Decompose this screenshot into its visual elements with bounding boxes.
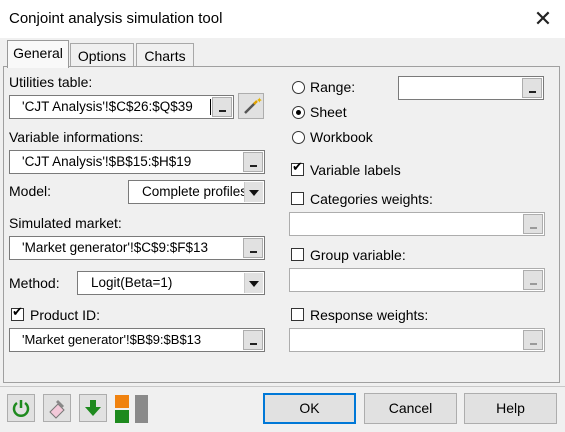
product-id-range-button[interactable] bbox=[243, 330, 263, 350]
variable-informations-range-button[interactable] bbox=[243, 152, 263, 172]
close-button[interactable]: ✕ bbox=[528, 6, 558, 32]
down-button[interactable] bbox=[79, 394, 107, 422]
magic-wand-icon: ✦ bbox=[244, 96, 263, 114]
text-cursor bbox=[210, 99, 211, 115]
product-id-field[interactable]: 'Market generator'!$B$9:$B$13 bbox=[9, 328, 265, 352]
workbook-label: Workbook bbox=[310, 129, 373, 145]
categories-weights-field[interactable] bbox=[289, 212, 545, 236]
utilities-range-button[interactable] bbox=[212, 97, 232, 117]
refresh-icon bbox=[12, 400, 30, 417]
svg-text:✦: ✦ bbox=[256, 96, 263, 105]
range-radio[interactable] bbox=[292, 81, 305, 94]
variable-labels-label: Variable labels bbox=[310, 162, 401, 178]
ok-button[interactable]: OK bbox=[263, 393, 356, 424]
sheet-radio[interactable] bbox=[292, 106, 305, 119]
group-variable-checkbox[interactable] bbox=[291, 248, 304, 261]
reset-button[interactable] bbox=[7, 394, 35, 422]
separator bbox=[0, 386, 565, 387]
magic-wand-button[interactable]: ✦ bbox=[238, 93, 264, 119]
simulated-market-field[interactable]: 'Market generator'!$C$9:$F$13 bbox=[9, 236, 265, 260]
help-button[interactable]: Help bbox=[464, 393, 557, 424]
model-select[interactable]: Complete profiles bbox=[128, 180, 265, 204]
sheet-label: Sheet bbox=[310, 104, 347, 120]
tab-charts[interactable]: Charts bbox=[136, 43, 194, 68]
cancel-button[interactable]: Cancel bbox=[364, 393, 457, 424]
range-label: Range: bbox=[310, 79, 356, 95]
response-weights-label: Response weights: bbox=[310, 307, 429, 323]
method-label: Method: bbox=[9, 275, 60, 291]
range-select-button[interactable] bbox=[522, 78, 542, 98]
response-weights-checkbox[interactable] bbox=[291, 308, 304, 321]
categories-weights-checkbox[interactable] bbox=[291, 192, 304, 205]
simulated-market-label: Simulated market: bbox=[9, 215, 122, 231]
eraser-icon bbox=[49, 400, 65, 419]
group-variable-field[interactable] bbox=[289, 268, 545, 292]
down-arrow-icon bbox=[85, 400, 101, 416]
group-variable-range-button[interactable] bbox=[523, 270, 543, 290]
variable-informations-field[interactable]: 'CJT Analysis'!$B$15:$H$19 bbox=[9, 150, 265, 174]
chevron-down-icon bbox=[244, 273, 263, 293]
categories-weights-range-button[interactable] bbox=[523, 214, 543, 234]
variable-labels-checkbox[interactable] bbox=[291, 160, 304, 176]
chevron-down-icon bbox=[244, 182, 263, 202]
categories-weights-label: Categories weights: bbox=[310, 191, 433, 207]
utilities-table-label: Utilities table: bbox=[9, 74, 93, 90]
tab-options[interactable]: Options bbox=[70, 43, 134, 68]
method-select[interactable]: Logit(Beta=1) bbox=[77, 271, 265, 295]
tab-general[interactable]: General bbox=[7, 40, 69, 68]
layout-toggle-icon bbox=[115, 395, 129, 408]
response-weights-range-button[interactable] bbox=[523, 330, 543, 350]
workbook-radio[interactable] bbox=[292, 131, 305, 144]
simulated-market-range-button[interactable] bbox=[243, 238, 263, 258]
product-id-checkbox[interactable] bbox=[11, 305, 24, 321]
utilities-table-field[interactable]: 'CJT Analysis'!$C$26:$Q$39 bbox=[9, 95, 234, 119]
layout-toggle-button[interactable] bbox=[114, 393, 150, 424]
response-weights-field[interactable] bbox=[289, 328, 545, 352]
title-bar: Conjoint analysis simulation tool ✕ bbox=[0, 0, 565, 38]
variable-informations-label: Variable informations: bbox=[9, 129, 144, 145]
group-variable-label: Group variable: bbox=[310, 247, 406, 263]
model-label: Model: bbox=[9, 183, 52, 199]
clear-button[interactable] bbox=[43, 394, 71, 422]
product-id-label: Product ID: bbox=[30, 307, 101, 323]
close-icon: ✕ bbox=[533, 6, 553, 31]
window-title: Conjoint analysis simulation tool bbox=[9, 10, 223, 27]
